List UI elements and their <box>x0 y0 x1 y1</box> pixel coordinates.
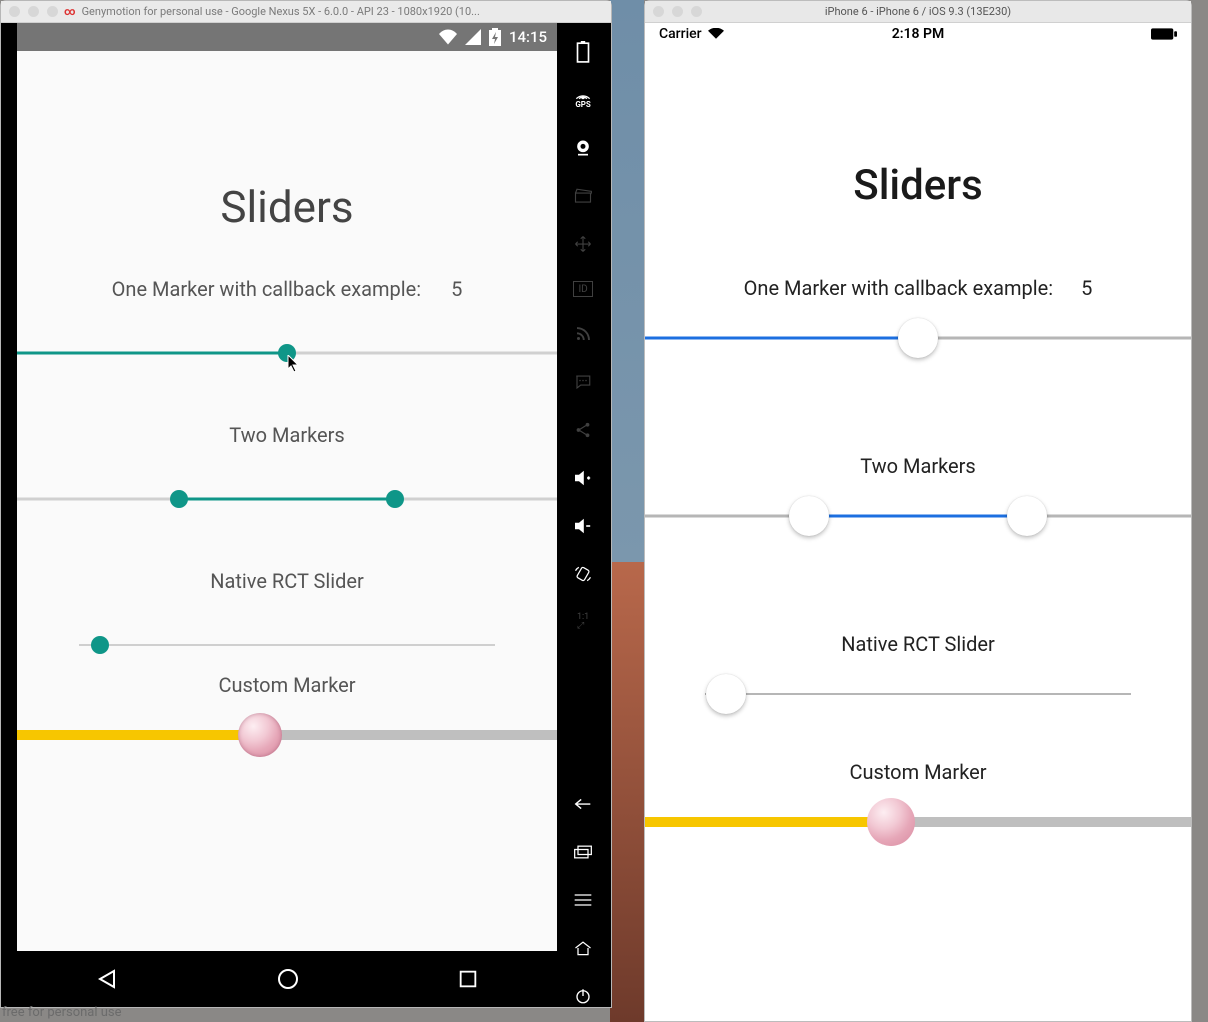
battery-icon[interactable] <box>572 41 594 63</box>
one-marker-label: One Marker with callback example: <box>112 277 421 301</box>
one-marker-slider[interactable] <box>17 343 557 363</box>
slider-thumb[interactable] <box>898 318 938 358</box>
emu-power-icon[interactable] <box>572 985 594 1007</box>
diamond-thumb-icon[interactable] <box>867 798 915 846</box>
custom-marker-slider[interactable] <box>645 802 1191 842</box>
volume-up-icon[interactable] <box>572 467 594 489</box>
gps-icon[interactable]: GPS <box>572 89 594 111</box>
slider-fill <box>645 817 891 827</box>
two-markers-label: Two Markers <box>61 423 513 447</box>
two-markers-slider[interactable] <box>645 496 1191 536</box>
recents-button-icon[interactable] <box>457 968 479 990</box>
genymotion-toolbar: GPS ID 1:1⤢ <box>555 23 611 1007</box>
android-app-surface: 14:15 Sliders One Marker with callback e… <box>17 23 557 969</box>
genymotion-logo-icon: ∞ <box>64 5 76 18</box>
android-window-titlebar[interactable]: ∞ Genymotion for personal use - Google N… <box>1 1 611 23</box>
ios-device-screen: Carrier 2:18 PM Sliders One Marker with … <box>645 23 1191 1021</box>
slider-fill <box>179 498 395 501</box>
slider-thumb-low[interactable] <box>789 496 829 536</box>
ios-window-titlebar[interactable]: iPhone 6 - iPhone 6 / iOS 9.3 (13E230) <box>645 1 1191 23</box>
move-icon[interactable] <box>572 233 594 255</box>
traffic-light-close-icon[interactable] <box>9 6 20 17</box>
slider-rail <box>705 693 1131 695</box>
back-button-icon[interactable] <box>95 967 119 991</box>
wifi-icon <box>439 29 457 45</box>
volume-down-icon[interactable] <box>572 515 594 537</box>
native-rct-slider[interactable] <box>79 635 495 655</box>
android-clock: 14:15 <box>509 28 547 46</box>
slider-thumb[interactable] <box>706 674 746 714</box>
sms-icon[interactable] <box>572 371 594 393</box>
slider-fill <box>17 730 260 740</box>
traffic-light-close-icon[interactable] <box>653 6 664 17</box>
android-nav-bar <box>17 951 557 1007</box>
traffic-light-zoom-icon[interactable] <box>691 6 702 17</box>
rotate-icon[interactable] <box>572 563 594 585</box>
scale-icon[interactable]: 1:1⤢ <box>572 611 594 633</box>
one-marker-value: 5 <box>451 277 462 301</box>
two-markers-slider[interactable] <box>17 489 557 509</box>
one-marker-value: 5 <box>1081 276 1092 300</box>
ios-simulator-window: iPhone 6 - iPhone 6 / iOS 9.3 (13E230) C… <box>644 0 1192 1022</box>
wifi-icon <box>708 28 724 40</box>
slider-fill <box>645 337 918 340</box>
slider-fill <box>809 515 1027 518</box>
battery-icon <box>1151 28 1177 40</box>
android-device-screen: 14:15 Sliders One Marker with callback e… <box>1 23 555 1007</box>
native-slider-label: Native RCT Slider <box>705 632 1131 656</box>
custom-marker-label: Custom Marker <box>705 760 1131 784</box>
battery-charging-icon <box>489 28 501 46</box>
slider-thumb-high[interactable] <box>1007 496 1047 536</box>
traffic-light-zoom-icon[interactable] <box>47 6 58 17</box>
custom-marker-slider[interactable] <box>17 725 557 745</box>
cell-signal-icon <box>465 29 481 45</box>
carrier-label: Carrier <box>659 26 702 42</box>
one-marker-label: One Marker with callback example: <box>744 276 1053 300</box>
emu-back-icon[interactable] <box>572 793 594 815</box>
ios-window-title: iPhone 6 - iPhone 6 / iOS 9.3 (13E230) <box>825 5 1011 18</box>
slider-rail <box>79 644 495 646</box>
one-marker-slider[interactable] <box>645 318 1191 358</box>
page-title: Sliders <box>705 161 1131 210</box>
native-slider-label: Native RCT Slider <box>61 569 513 593</box>
home-button-icon[interactable] <box>276 967 300 991</box>
diamond-thumb-icon[interactable] <box>238 713 282 757</box>
id-icon[interactable]: ID <box>573 281 593 297</box>
clapper-icon[interactable] <box>572 185 594 207</box>
android-emulator-window: ∞ Genymotion for personal use - Google N… <box>0 0 612 1008</box>
ios-clock: 2:18 PM <box>892 26 945 42</box>
emu-multitask-icon[interactable] <box>572 841 594 863</box>
slider-thumb[interactable] <box>278 344 296 362</box>
rss-icon[interactable] <box>572 323 594 345</box>
slider-thumb[interactable] <box>91 636 109 654</box>
webcam-icon[interactable] <box>572 137 594 159</box>
android-window-title: Genymotion for personal use - Google Nex… <box>82 5 480 18</box>
slider-thumb-low[interactable] <box>170 490 188 508</box>
traffic-light-min-icon[interactable] <box>28 6 39 17</box>
native-rct-slider[interactable] <box>705 674 1131 714</box>
desktop-wallpaper <box>610 0 644 1022</box>
emu-tasks-icon[interactable] <box>572 889 594 911</box>
android-status-bar: 14:15 <box>17 23 557 51</box>
slider-fill <box>17 352 287 355</box>
slider-thumb-high[interactable] <box>386 490 404 508</box>
share-icon[interactable] <box>572 419 594 441</box>
ios-status-bar: Carrier 2:18 PM <box>645 23 1191 45</box>
custom-marker-label: Custom Marker <box>61 673 513 697</box>
emu-home-icon[interactable] <box>572 937 594 959</box>
traffic-light-min-icon[interactable] <box>672 6 683 17</box>
page-title: Sliders <box>61 181 513 233</box>
two-markers-label: Two Markers <box>705 454 1131 478</box>
watermark-text: free for personal use <box>2 1005 122 1020</box>
